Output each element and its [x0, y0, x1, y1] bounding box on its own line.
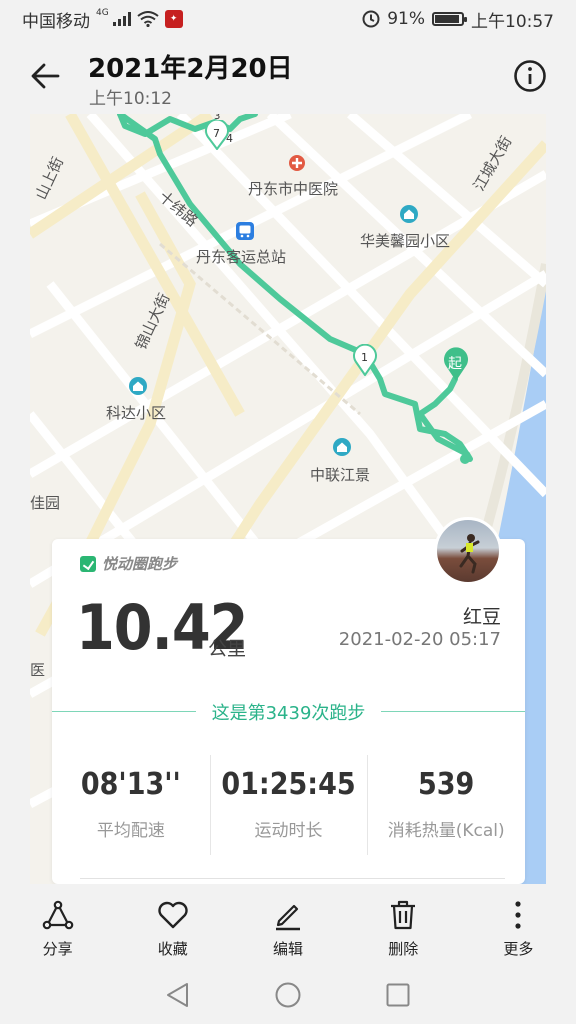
alarm-icon [362, 10, 380, 28]
page-subtitle: 上午10:12 [89, 89, 172, 109]
trash-icon [391, 900, 416, 930]
stat-value: 08'13'' [80, 767, 181, 802]
stat-label: 运动时长 [254, 821, 323, 841]
share-button[interactable]: 分享 [0, 884, 115, 966]
stat-label: 消耗热量(Kcal) [387, 821, 505, 841]
run-count-banner: 这是第3439次跑步 [52, 699, 525, 724]
username: 红豆 [462, 606, 501, 628]
system-nav-bar [0, 966, 576, 1024]
poi-label-huamei: 华美馨园小区 [360, 232, 451, 250]
heart-icon [158, 901, 188, 929]
notification-app-icon: ✦ [164, 10, 183, 28]
stat-duration: 01:25:45 运动时长 [209, 749, 368, 859]
favorite-button[interactable]: 收藏 [115, 884, 230, 966]
edit-icon [276, 904, 300, 931]
km7-marker-label: 7 [213, 127, 220, 140]
delete-label: 删除 [388, 940, 419, 958]
residence-keda-icon[interactable] [128, 376, 148, 396]
share-icon [42, 900, 73, 930]
more-label: 更多 [503, 940, 534, 958]
km3-marker-label: 3 [214, 114, 221, 122]
poi-label-bus-station: 丹东客运总站 [196, 248, 287, 266]
hospital-pin-icon[interactable] [287, 154, 307, 174]
header: 2021年2月20日 上午10:12 [0, 38, 576, 114]
signal-icon [112, 12, 131, 26]
brand-logo-icon [80, 555, 96, 572]
residence-huamei-icon[interactable] [399, 204, 419, 224]
network-type: 4G [96, 8, 109, 18]
stat-value: 539 [418, 767, 475, 802]
stat-label: 平均配速 [96, 821, 165, 841]
delete-button[interactable]: 删除 [346, 884, 461, 966]
page-title: 2021年2月20日 [88, 54, 293, 84]
avatar[interactable] [434, 517, 502, 585]
poi-label-hospital: 丹东市中医院 [248, 180, 339, 198]
wifi-icon [137, 11, 159, 27]
clock: 上午10:57 [471, 11, 554, 32]
stat-value: 01:25:45 [221, 767, 356, 802]
edit-label: 编辑 [273, 940, 304, 958]
run-summary-card: 悦动圈跑步 10.42 公里 红豆 2021-02-20 05:17 这是第34… [52, 517, 525, 884]
back-arrow-icon[interactable] [28, 58, 64, 94]
battery-percent: 91% [387, 9, 425, 29]
poi-label-edge-hospital: 医 [30, 661, 46, 679]
run-count-text: 这是第3439次跑步 [211, 703, 366, 724]
km1-marker-label: 1 [361, 351, 368, 364]
poi-label-yuan: 佳园 [30, 494, 61, 512]
more-button[interactable]: 更多 [461, 884, 576, 966]
residence-zhonglian-icon[interactable] [332, 437, 352, 457]
poi-label-keda: 科达小区 [106, 404, 167, 422]
edit-button[interactable]: 编辑 [230, 884, 345, 966]
favorite-label: 收藏 [157, 940, 188, 958]
km4-marker-label: 4 [226, 132, 233, 145]
card-divider [80, 878, 505, 879]
runner-photo [459, 534, 480, 574]
carrier-name: 中国移动 [22, 11, 90, 32]
nav-home-icon[interactable] [273, 980, 303, 1010]
more-vertical-icon [515, 901, 522, 929]
battery-icon [432, 12, 467, 26]
nav-back-icon[interactable] [163, 980, 193, 1010]
brand-name: 悦动圈跑步 [102, 555, 178, 573]
bus-station-icon[interactable] [235, 221, 255, 241]
stat-calories: 539 消耗热量(Kcal) [367, 749, 525, 859]
stats-row: 08'13'' 平均配速 01:25:45 运动时长 539 消耗热量(Kcal… [52, 749, 525, 859]
run-datetime: 2021-02-20 05:17 [338, 629, 501, 650]
action-bar: 分享 收藏 编辑 删除 更多 [0, 884, 576, 966]
start-marker-label: 起 [448, 356, 462, 372]
nav-recents-icon[interactable] [383, 980, 413, 1010]
stat-pace: 08'13'' 平均配速 [52, 749, 210, 859]
distance-unit: 公里 [208, 638, 247, 660]
brand: 悦动圈跑步 [80, 553, 177, 574]
share-label: 分享 [42, 940, 73, 958]
poi-label-zhonglian: 中联江景 [310, 466, 371, 484]
info-icon[interactable] [512, 58, 548, 94]
status-bar: 中国移动 4G ✦ 91% 上午10:57 [0, 0, 576, 38]
